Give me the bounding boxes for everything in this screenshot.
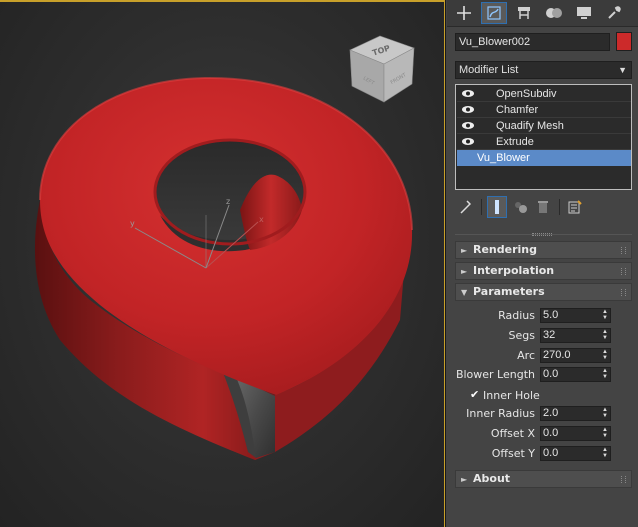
stack-item-extrude[interactable]: Extrude bbox=[457, 134, 631, 150]
object-color-swatch[interactable] bbox=[616, 32, 632, 51]
hierarchy-icon bbox=[518, 7, 530, 19]
make-unique-icon bbox=[515, 202, 527, 213]
spinner-arrows-icon: ▲ ▼ bbox=[602, 447, 608, 459]
drag-grip-icon bbox=[621, 268, 626, 275]
spinner-arrows-icon: ▲ ▼ bbox=[602, 407, 608, 419]
create-tab[interactable] bbox=[451, 2, 477, 24]
inner-hole-checkbox[interactable]: ✔ Inner Hole bbox=[470, 388, 540, 402]
rollout-collapsed-icon: ► bbox=[461, 475, 468, 484]
rollout-title: Interpolation bbox=[473, 264, 555, 277]
object-name-field[interactable]: Vu_Blower002 bbox=[455, 33, 610, 51]
gizmo-axis-x: x bbox=[259, 215, 264, 224]
rollout-interpolation[interactable]: ► Interpolation bbox=[455, 262, 632, 280]
modifier-list-label: Modifier List bbox=[459, 64, 519, 76]
offset-y-spinner[interactable]: 0.0 ▲ ▼ bbox=[540, 446, 611, 461]
modify-icon bbox=[487, 6, 501, 20]
arc-label: Arc bbox=[517, 349, 535, 362]
stack-item-label: Chamfer bbox=[496, 104, 539, 116]
dropdown-arrow-icon: ▼ bbox=[618, 65, 627, 75]
spinner-arrows-icon: ▲ ▼ bbox=[602, 427, 608, 439]
trash-icon bbox=[538, 201, 548, 213]
stack-item-chamfer[interactable]: Chamfer bbox=[457, 102, 631, 118]
inner-radius-spinner[interactable]: 2.0 ▲ ▼ bbox=[540, 406, 611, 421]
rollout-rendering[interactable]: ► Rendering bbox=[455, 241, 632, 259]
modify-tab[interactable] bbox=[481, 2, 507, 24]
display-tab[interactable] bbox=[571, 2, 597, 24]
command-panel-tabs bbox=[447, 0, 638, 27]
checkmark-icon: ✔ bbox=[470, 388, 480, 401]
offset-y-label: Offset Y bbox=[491, 447, 535, 460]
radius-label: Radius bbox=[498, 309, 535, 322]
arc-spinner[interactable]: 270.0 ▲ ▼ bbox=[540, 348, 611, 363]
make-unique-button[interactable] bbox=[511, 196, 531, 218]
rollout-about[interactable]: ► About bbox=[455, 470, 632, 488]
create-icon bbox=[457, 6, 471, 20]
remove-modifier-button[interactable] bbox=[533, 196, 553, 218]
stack-item-quadify-mesh[interactable]: Quadify Mesh bbox=[457, 118, 631, 134]
configure-modifier-sets-button[interactable] bbox=[565, 196, 585, 218]
motion-icon bbox=[546, 8, 562, 18]
rollout-collapsed-icon: ► bbox=[461, 246, 468, 255]
blower-length-label: Blower Length bbox=[455, 368, 535, 381]
hierarchy-tab[interactable] bbox=[511, 2, 537, 24]
perspective-viewport[interactable]: y x z TOP LEFT FRONT bbox=[0, 0, 446, 527]
display-icon bbox=[577, 7, 591, 19]
spinner-arrows-icon: ▲ ▼ bbox=[602, 309, 608, 321]
viewcube: TOP LEFT FRONT bbox=[349, 35, 415, 103]
spinner-arrows-icon: ▲ ▼ bbox=[602, 329, 608, 341]
inner-hole-label: Inner Hole bbox=[483, 388, 540, 402]
offset-x-label: Offset X bbox=[490, 427, 535, 440]
segs-spinner[interactable]: 32 ▲ ▼ bbox=[540, 328, 611, 343]
configure-icon bbox=[568, 200, 582, 214]
stack-item-label: Quadify Mesh bbox=[496, 120, 564, 132]
rollout-parameters[interactable]: ▼ Parameters bbox=[455, 283, 632, 301]
stack-item-label: Extrude bbox=[496, 136, 534, 148]
stack-item-label: OpenSubdiv bbox=[496, 88, 557, 100]
gizmo-axis-y: y bbox=[130, 219, 135, 228]
blower-length-spinner[interactable]: 0.0 ▲ ▼ bbox=[540, 367, 611, 382]
gizmo-axis-z: z bbox=[226, 197, 230, 206]
stack-toolbar bbox=[455, 196, 632, 218]
command-panel: Vu_Blower002 Modifier List ▼ OpenSubdiv … bbox=[447, 0, 638, 527]
rollout-expanded-icon: ▼ bbox=[461, 288, 468, 297]
utilities-icon bbox=[608, 6, 621, 19]
rollout-title: About bbox=[473, 472, 511, 485]
pin-icon bbox=[460, 200, 471, 214]
eye-icon[interactable] bbox=[461, 121, 475, 130]
stack-item-label: Vu_Blower bbox=[477, 152, 530, 164]
stack-item-vu-blower[interactable]: Vu_Blower bbox=[457, 150, 631, 166]
scene-render[interactable]: y x z TOP LEFT FRONT bbox=[0, 0, 446, 527]
inner-radius-label: Inner Radius bbox=[466, 407, 535, 420]
eye-icon[interactable] bbox=[461, 89, 475, 98]
eye-icon[interactable] bbox=[461, 137, 475, 146]
show-end-result-icon bbox=[495, 200, 499, 214]
spinner-arrows-icon: ▲ ▼ bbox=[602, 368, 608, 380]
rollout-title: Parameters bbox=[473, 285, 545, 298]
segs-label: Segs bbox=[508, 329, 535, 342]
drag-grip-icon bbox=[621, 289, 626, 296]
panel-resize-grip[interactable] bbox=[532, 233, 552, 236]
eye-icon[interactable] bbox=[461, 105, 475, 114]
modifier-stack[interactable]: OpenSubdiv Chamfer Quadify Mesh Extrude … bbox=[455, 84, 632, 190]
stack-item-opensubdiv[interactable]: OpenSubdiv bbox=[457, 86, 631, 102]
modifier-list-dropdown[interactable]: Modifier List ▼ bbox=[455, 61, 632, 79]
rollout-title: Rendering bbox=[473, 243, 537, 256]
pin-stack-button[interactable] bbox=[455, 196, 475, 218]
utilities-tab[interactable] bbox=[601, 2, 627, 24]
show-end-result-button[interactable] bbox=[487, 196, 507, 218]
rollout-collapsed-icon: ► bbox=[461, 267, 468, 276]
drag-grip-icon bbox=[621, 476, 626, 483]
spinner-arrows-icon: ▲ ▼ bbox=[602, 349, 608, 361]
offset-x-spinner[interactable]: 0.0 ▲ ▼ bbox=[540, 426, 611, 441]
drag-grip-icon bbox=[621, 247, 626, 254]
motion-tab[interactable] bbox=[541, 2, 567, 24]
radius-spinner[interactable]: 5.0 ▲ ▼ bbox=[540, 308, 611, 323]
